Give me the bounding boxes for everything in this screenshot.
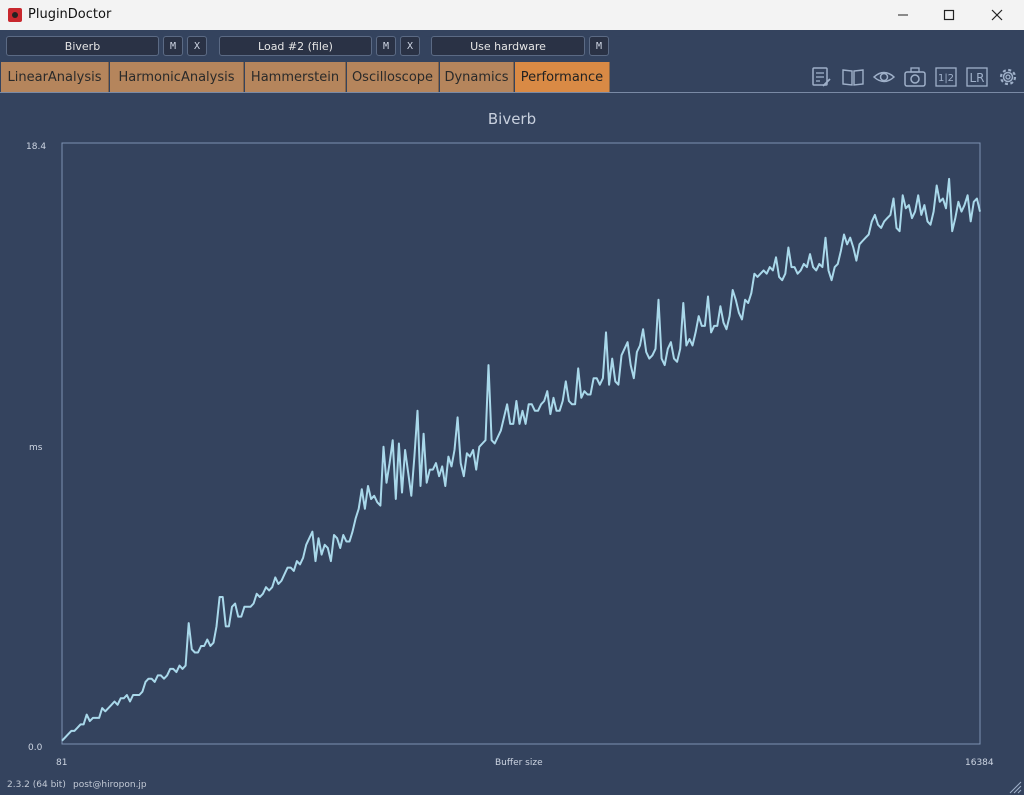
resize-grip-icon[interactable]	[1008, 780, 1022, 794]
email-link[interactable]: post@hiropon.jp	[73, 780, 147, 790]
series-line	[61, 177, 981, 742]
version-label: 2.3.2 (64 bit)	[7, 780, 66, 790]
plot-area-frame	[61, 142, 981, 745]
performance-chart	[61, 142, 981, 745]
